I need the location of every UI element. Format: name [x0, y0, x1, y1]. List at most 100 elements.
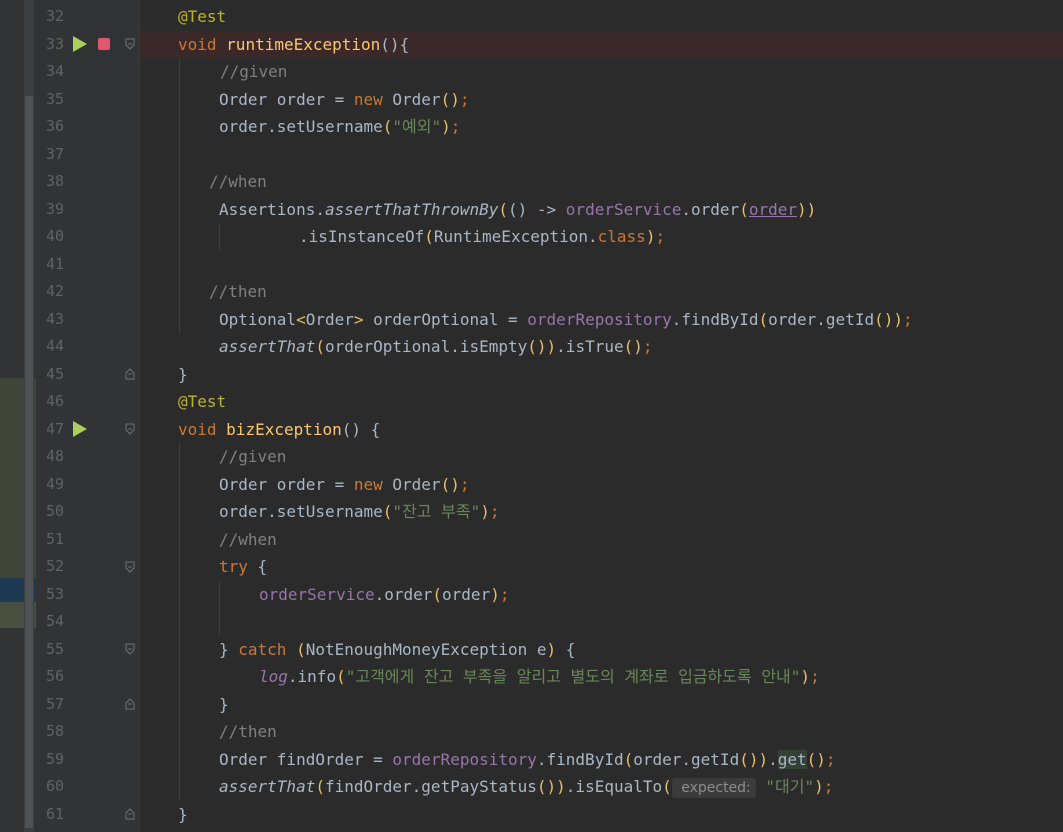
code-line[interactable]: 38 //when: [0, 168, 1063, 196]
code-text[interactable]: }: [178, 361, 188, 389]
code-line[interactable]: 33 void runtimeException(){: [0, 30, 1063, 59]
code-line[interactable]: 54: [0, 608, 1063, 636]
code-line[interactable]: 50 order.setUsername("잔고 부족");: [0, 498, 1063, 526]
code-token: (): [806, 749, 826, 769]
fold-marker-icon[interactable]: [125, 368, 135, 380]
code-line[interactable]: 37: [0, 141, 1063, 169]
code-text[interactable]: assertThat(findOrder.getPayStatus()).isE…: [219, 773, 833, 801]
code-text[interactable]: order.setUsername("예외");: [219, 113, 460, 141]
code-text[interactable]: try {: [219, 553, 267, 581]
code-line[interactable]: 39 Assertions.assertThatThrownBy(() -> or…: [0, 196, 1063, 224]
code-text[interactable]: } catch (NotEnoughMoneyException e) {: [219, 636, 575, 664]
line-number[interactable]: 38: [36, 168, 64, 196]
line-number[interactable]: 50: [36, 498, 64, 526]
line-number[interactable]: 61: [36, 801, 64, 829]
code-line[interactable]: 60 assertThat(findOrder.getPayStatus()).i…: [0, 773, 1063, 801]
fold-marker-icon[interactable]: [125, 423, 135, 435]
code-text[interactable]: void bizException() {: [178, 416, 380, 444]
line-number[interactable]: 57: [36, 691, 64, 719]
fold-marker-icon[interactable]: [125, 808, 135, 820]
run-test-icon[interactable]: [73, 36, 87, 53]
code-text[interactable]: @Test: [178, 3, 226, 31]
run-test-icon[interactable]: [73, 421, 87, 438]
line-number[interactable]: 35: [36, 86, 64, 114]
code-line[interactable]: 32 @Test: [0, 3, 1063, 31]
line-number[interactable]: 45: [36, 361, 64, 389]
code-line[interactable]: 43 Optional<Order> orderOptional = orderR…: [0, 306, 1063, 334]
code-line[interactable]: 57}: [0, 691, 1063, 719]
line-number[interactable]: 59: [36, 746, 64, 774]
code-text[interactable]: .isInstanceOf(RuntimeException.class);: [299, 223, 665, 251]
code-text[interactable]: log.info("고객에게 잔고 부족을 알리고 별도의 계좌로 입금하도록 …: [259, 663, 820, 691]
code-text[interactable]: Assertions.assertThatThrownBy(() -> orde…: [219, 196, 816, 224]
line-number[interactable]: 48: [36, 443, 64, 471]
line-number[interactable]: 46: [36, 388, 64, 416]
line-number[interactable]: 52: [36, 553, 64, 581]
fold-marker-icon[interactable]: [125, 38, 135, 50]
code-line[interactable]: 47 void bizException() {: [0, 416, 1063, 444]
line-number[interactable]: 54: [36, 608, 64, 636]
code-line[interactable]: 49 Order order = new Order();: [0, 471, 1063, 499]
line-number[interactable]: 39: [36, 196, 64, 224]
line-number[interactable]: 33: [36, 31, 64, 59]
code-text[interactable]: //when: [209, 168, 267, 196]
code-text[interactable]: Order findOrder = orderRepository.findBy…: [219, 746, 836, 774]
line-number[interactable]: 51: [36, 526, 64, 554]
line-number[interactable]: 34: [36, 58, 64, 86]
code-line[interactable]: 35 Order order = new Order();: [0, 86, 1063, 114]
code-text[interactable]: //when: [219, 526, 277, 554]
line-number[interactable]: 60: [36, 773, 64, 801]
fold-marker-icon[interactable]: [125, 561, 135, 573]
line-number[interactable]: 40: [36, 223, 64, 251]
line-number[interactable]: 53: [36, 581, 64, 609]
line-number[interactable]: 36: [36, 113, 64, 141]
code-text[interactable]: //then: [209, 278, 267, 306]
code-line[interactable]: 41: [0, 251, 1063, 279]
code-token: .isTrue: [556, 337, 624, 356]
code-text[interactable]: //then: [219, 718, 277, 746]
code-line[interactable]: 53 orderService.order(order);: [0, 581, 1063, 609]
line-number[interactable]: 49: [36, 471, 64, 499]
code-line[interactable]: 52 try {: [0, 553, 1063, 581]
code-line[interactable]: 51 //when: [0, 526, 1063, 554]
code-line[interactable]: 55 } catch (NotEnoughMoneyException e) {: [0, 636, 1063, 664]
code-text[interactable]: Optional<Order> orderOptional = orderRep…: [219, 306, 913, 334]
code-text[interactable]: Order order = new Order();: [219, 471, 469, 499]
code-line[interactable]: 45}: [0, 361, 1063, 389]
code-line[interactable]: 59 Order findOrder = orderRepository.find…: [0, 746, 1063, 774]
code-line[interactable]: 42 //then: [0, 278, 1063, 306]
fold-marker-icon[interactable]: [125, 643, 135, 655]
code-text[interactable]: assertThat(orderOptional.isEmpty()).isTr…: [219, 333, 653, 361]
fold-marker-icon[interactable]: [125, 698, 135, 710]
code-line[interactable]: 48 //given: [0, 443, 1063, 471]
code-text[interactable]: void runtimeException(){: [178, 31, 409, 59]
code-token: .findById: [536, 749, 624, 769]
line-number[interactable]: 56: [36, 663, 64, 691]
code-line[interactable]: 56 log.info("고객에게 잔고 부족을 알리고 별도의 계좌로 입금하도…: [0, 663, 1063, 691]
code-line[interactable]: 34 //given: [0, 58, 1063, 86]
code-text[interactable]: @Test: [178, 388, 226, 416]
code-text[interactable]: order.setUsername("잔고 부족");: [219, 498, 499, 526]
code-text[interactable]: //given: [220, 58, 287, 86]
code-line[interactable]: 46 @Test: [0, 388, 1063, 416]
line-number[interactable]: 47: [36, 416, 64, 444]
line-number[interactable]: 37: [36, 141, 64, 169]
line-number[interactable]: 43: [36, 306, 64, 334]
line-number[interactable]: 32: [36, 3, 64, 31]
code-line[interactable]: 58 //then: [0, 718, 1063, 746]
line-number[interactable]: 41: [36, 251, 64, 279]
line-number[interactable]: 58: [36, 718, 64, 746]
breakpoint-icon[interactable]: [98, 38, 110, 51]
code-line[interactable]: 61}: [0, 801, 1063, 829]
code-line[interactable]: 40 .isInstanceOf(RuntimeException.class);: [0, 223, 1063, 251]
line-number[interactable]: 55: [36, 636, 64, 664]
code-line[interactable]: 36 order.setUsername("예외");: [0, 113, 1063, 141]
code-text[interactable]: //given: [219, 443, 286, 471]
code-text[interactable]: }: [178, 801, 188, 829]
code-text[interactable]: Order order = new Order();: [219, 86, 469, 114]
code-text[interactable]: }: [219, 691, 229, 719]
code-text[interactable]: orderService.order(order);: [259, 581, 509, 609]
line-number[interactable]: 42: [36, 278, 64, 306]
line-number[interactable]: 44: [36, 333, 64, 361]
code-line[interactable]: 44 assertThat(orderOptional.isEmpty()).is…: [0, 333, 1063, 361]
